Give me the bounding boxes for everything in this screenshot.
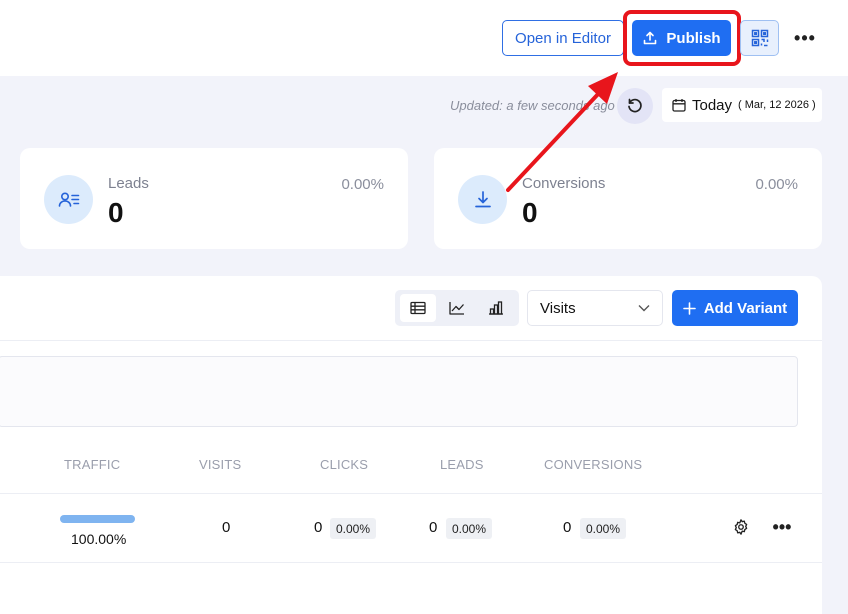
view-toggle [395, 290, 519, 326]
conversions-percent-badge: 0.00% [580, 518, 627, 539]
bar-chart-view-button[interactable] [478, 294, 514, 322]
open-in-editor-button[interactable]: Open in Editor [502, 20, 624, 56]
column-header-clicks: CLICKS [320, 457, 369, 472]
leads-value: 0 [108, 197, 124, 228]
leads-icon-circle [44, 175, 93, 224]
leads-percent: 0.00% [341, 176, 384, 193]
date-range-picker[interactable]: Today ( Mar, 12 2026 ) [662, 88, 822, 122]
gear-icon [734, 519, 748, 535]
more-options-button[interactable]: ••• [790, 24, 820, 52]
date-text: ( Mar, 12 2026 ) [738, 99, 816, 111]
download-icon [474, 190, 491, 207]
line-chart-view-button[interactable] [439, 294, 475, 322]
leads-cell: 0 [429, 519, 438, 536]
conversions-icon-circle [458, 175, 507, 224]
conversions-percent: 0.00% [755, 176, 798, 193]
column-header-visits: VISITS [199, 457, 242, 472]
table-view-icon [410, 301, 426, 315]
refresh-button[interactable] [617, 88, 653, 124]
variant-settings-button[interactable] [730, 516, 752, 538]
divider [0, 340, 822, 341]
clicks-cell: 0 [314, 519, 323, 536]
table-view-button[interactable] [400, 294, 437, 322]
conversions-card: Conversions 0 0.00% [434, 148, 822, 249]
chevron-down-icon [638, 305, 650, 312]
conversions-label: Conversions [522, 175, 606, 192]
leads-percent-badge: 0.00% [446, 518, 493, 539]
column-header-traffic: TRAFFIC [64, 457, 121, 472]
variant-more-button[interactable]: ••• [769, 516, 795, 538]
chart-placeholder [0, 356, 798, 427]
divider [0, 562, 822, 563]
leads-label: Leads [108, 175, 149, 192]
calendar-icon [672, 99, 686, 112]
conversions-value: 0 [522, 197, 538, 228]
conversions-cell: 0 [563, 519, 572, 536]
traffic-bar [60, 515, 135, 523]
bar-chart-icon [488, 301, 503, 315]
today-label: Today [692, 96, 733, 114]
updated-status-text: Updated: a few seconds ago [450, 98, 615, 113]
divider [0, 493, 822, 494]
metric-select[interactable]: Visits [527, 290, 663, 326]
leads-card: Leads 0 0.00% [20, 148, 408, 249]
visits-cell: 0 [222, 519, 231, 536]
publish-highlight-box [623, 10, 741, 66]
variants-panel: Visits Add Variant TRAFFIC VISITS CLICKS… [0, 276, 822, 614]
refresh-icon [628, 98, 642, 113]
column-header-leads: LEADS [440, 457, 484, 472]
metric-select-value: Visits [540, 299, 576, 317]
add-variant-label: Add Variant [703, 299, 788, 317]
line-chart-icon [449, 302, 464, 315]
plus-icon [683, 301, 696, 315]
traffic-percent: 100.00% [71, 531, 127, 547]
user-list-icon [58, 192, 79, 207]
add-variant-button[interactable]: Add Variant [672, 290, 798, 326]
column-header-conversions: CONVERSIONS [544, 457, 643, 472]
clicks-percent-badge: 0.00% [330, 518, 377, 539]
top-bar: Open in Editor Publish ••• [0, 0, 848, 76]
qr-code-icon [751, 29, 768, 47]
qr-code-button[interactable] [740, 20, 779, 56]
